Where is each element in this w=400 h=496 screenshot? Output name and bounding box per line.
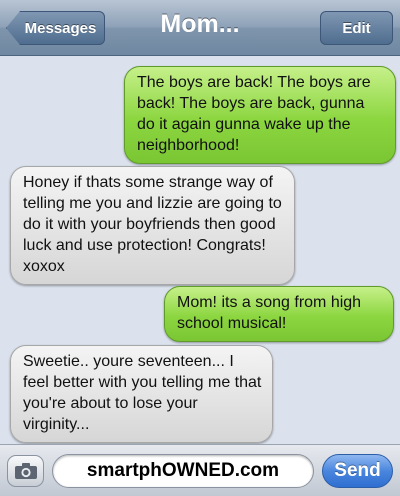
- camera-icon[interactable]: [7, 455, 44, 487]
- message-bubble-received: Honey if thats some strange way of telli…: [10, 166, 295, 285]
- message-bubble-sent: The boys are back! The boys are back! Th…: [124, 66, 396, 164]
- message-bubble-sent: Mom! its a song from high school musical…: [164, 286, 394, 342]
- message-thread[interactable]: The boys are back! The boys are back! Th…: [0, 56, 400, 444]
- back-button[interactable]: Messages: [6, 11, 105, 45]
- camera-glyph: [14, 463, 37, 479]
- message-bubble-received: Sweetie.. youre seventeen... I feel bett…: [10, 345, 273, 443]
- edit-button[interactable]: Edit: [320, 11, 393, 45]
- composer-bar: smartphOWNED.com Send: [0, 444, 400, 496]
- conversation-title: Mom...: [160, 10, 240, 38]
- message-input[interactable]: smartphOWNED.com: [52, 454, 314, 488]
- navigation-bar: Messages Mom... Edit: [0, 0, 400, 56]
- send-button[interactable]: Send: [322, 454, 393, 488]
